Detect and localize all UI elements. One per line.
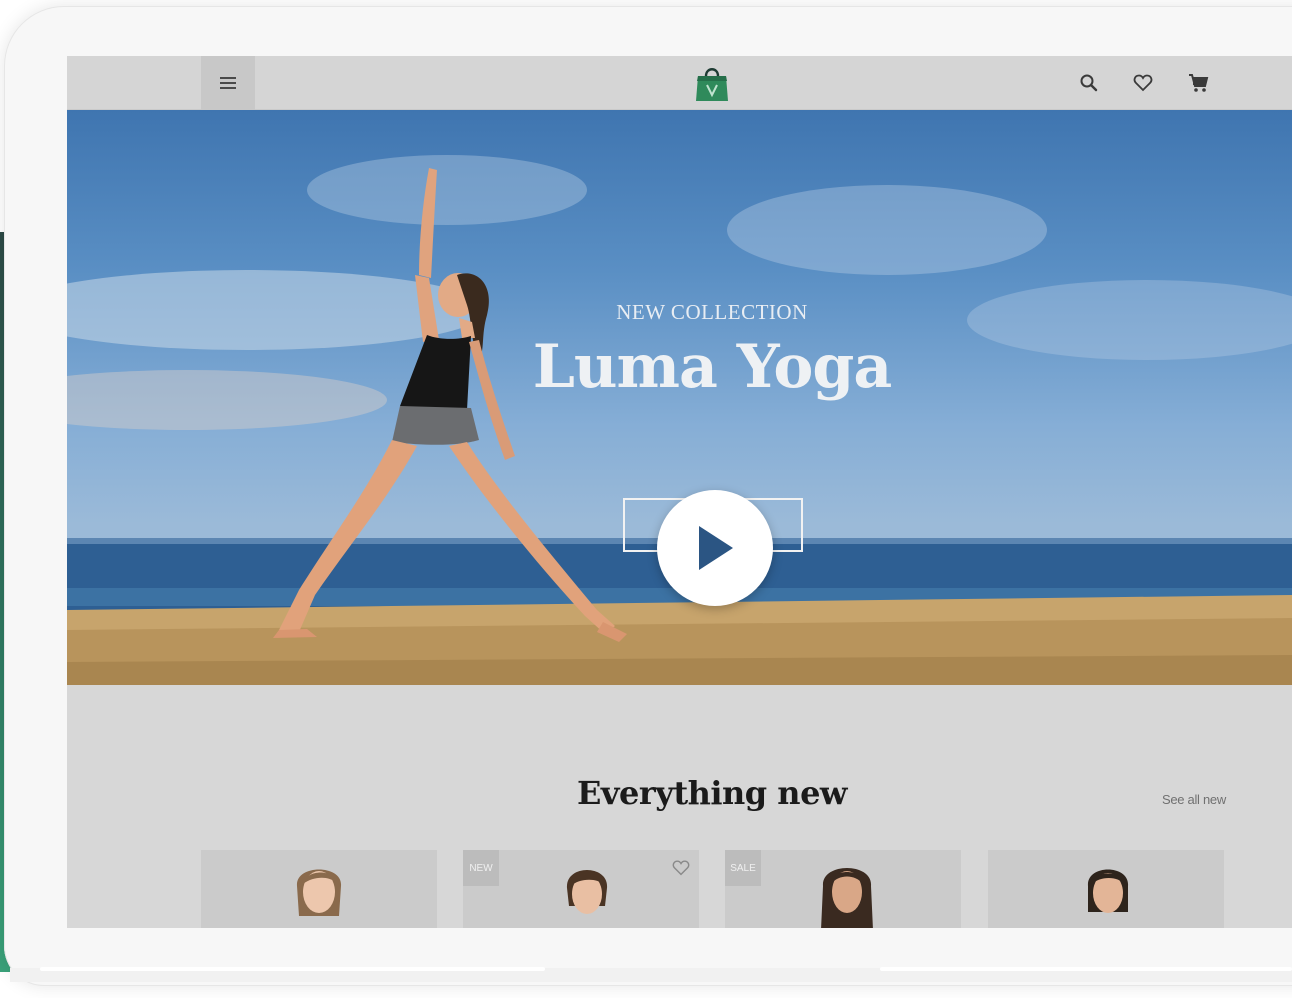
hero-banner: NEW COLLECTION Luma Yoga xyxy=(67,110,1292,685)
app-window: NEW COLLECTION Luma Yoga Everything new … xyxy=(0,0,1292,998)
heart-icon[interactable] xyxy=(1132,72,1154,94)
new-badge: NEW xyxy=(463,850,499,886)
product-card[interactable]: SALE xyxy=(725,850,961,928)
product-image xyxy=(566,870,608,914)
heart-icon[interactable] xyxy=(671,858,691,878)
section-title: Everything new xyxy=(577,774,847,812)
product-image xyxy=(296,869,342,916)
play-icon xyxy=(699,526,733,570)
product-card[interactable]: NEW xyxy=(463,850,699,928)
sale-badge: SALE xyxy=(725,850,761,886)
search-icon[interactable] xyxy=(1078,72,1100,94)
see-all-new-link[interactable]: See all new xyxy=(1162,792,1226,807)
product-card[interactable] xyxy=(988,850,1224,928)
product-image xyxy=(1087,869,1129,913)
menu-button[interactable] xyxy=(201,56,255,110)
hero-title: Luma Yoga xyxy=(532,332,893,402)
product-card[interactable] xyxy=(201,850,437,928)
hero-kicker: NEW COLLECTION xyxy=(616,300,808,324)
shopping-bag-logo-icon[interactable] xyxy=(695,64,729,102)
shopping-cart-icon[interactable] xyxy=(1187,72,1209,94)
laptop-base-highlight xyxy=(40,967,545,971)
site-header xyxy=(67,56,1292,110)
product-image xyxy=(821,868,873,928)
website-screen: NEW COLLECTION Luma Yoga Everything new … xyxy=(67,56,1292,928)
hamburger-menu-icon xyxy=(220,77,236,89)
play-video-button[interactable] xyxy=(657,490,773,606)
laptop-base-highlight xyxy=(880,967,1292,971)
